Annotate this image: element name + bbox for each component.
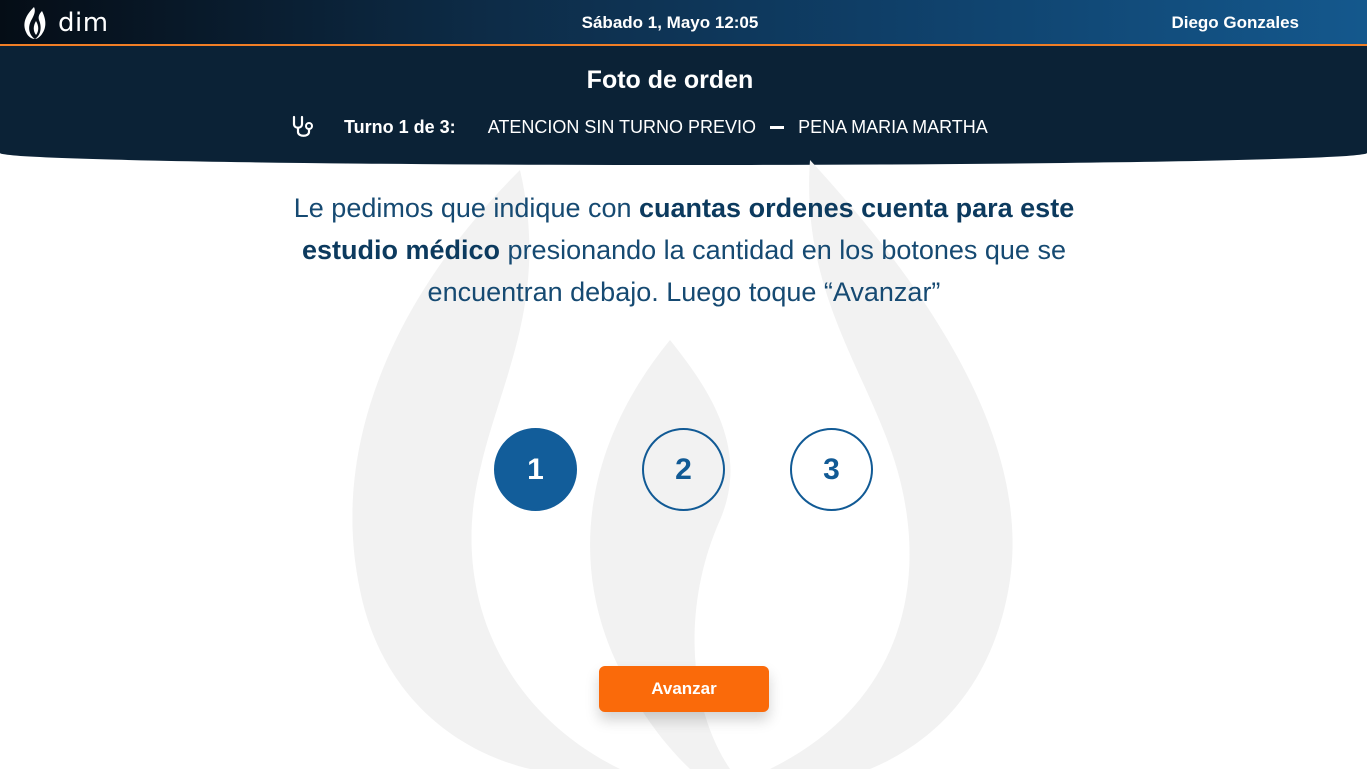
top-bar: dim Sábado 1, Mayo 12:05 Diego Gonzales [0,0,1367,46]
page-header: Foto de orden Turno 1 de 3: ATENCION SIN… [0,46,1367,165]
date-text: Sábado 1, Mayo [581,13,711,32]
patient-name: PENA MARIA MARTHA [798,116,988,137]
time-text: 12:05 [714,13,759,32]
page-title: Foto de orden [586,66,754,94]
instructions-text: Le pedimos que indique con cuantas orden… [250,187,1118,313]
instructions-part1: Le pedimos que indique con [293,193,640,223]
instructions-part2: presionando la cantidad en los botones q… [427,235,1066,307]
turno-label: Turno 1 de 3: [344,116,456,137]
quantity-option-2[interactable]: 2 [642,428,725,511]
turno-info: Turno 1 de 3: ATENCION SIN TURNO PREVIO … [290,115,988,139]
advance-button[interactable]: Avanzar [599,666,769,712]
quantity-option-1[interactable]: 1 [494,428,577,511]
date-time: Sábado 1, Mayo 12:05 [0,13,1340,33]
quantity-option-3[interactable]: 3 [790,428,873,511]
separator-dash [770,125,785,129]
user-name[interactable]: Diego Gonzales [1171,13,1299,33]
stethoscope-icon [292,115,313,137]
turno-type: ATENCION SIN TURNO PREVIO [487,116,757,137]
